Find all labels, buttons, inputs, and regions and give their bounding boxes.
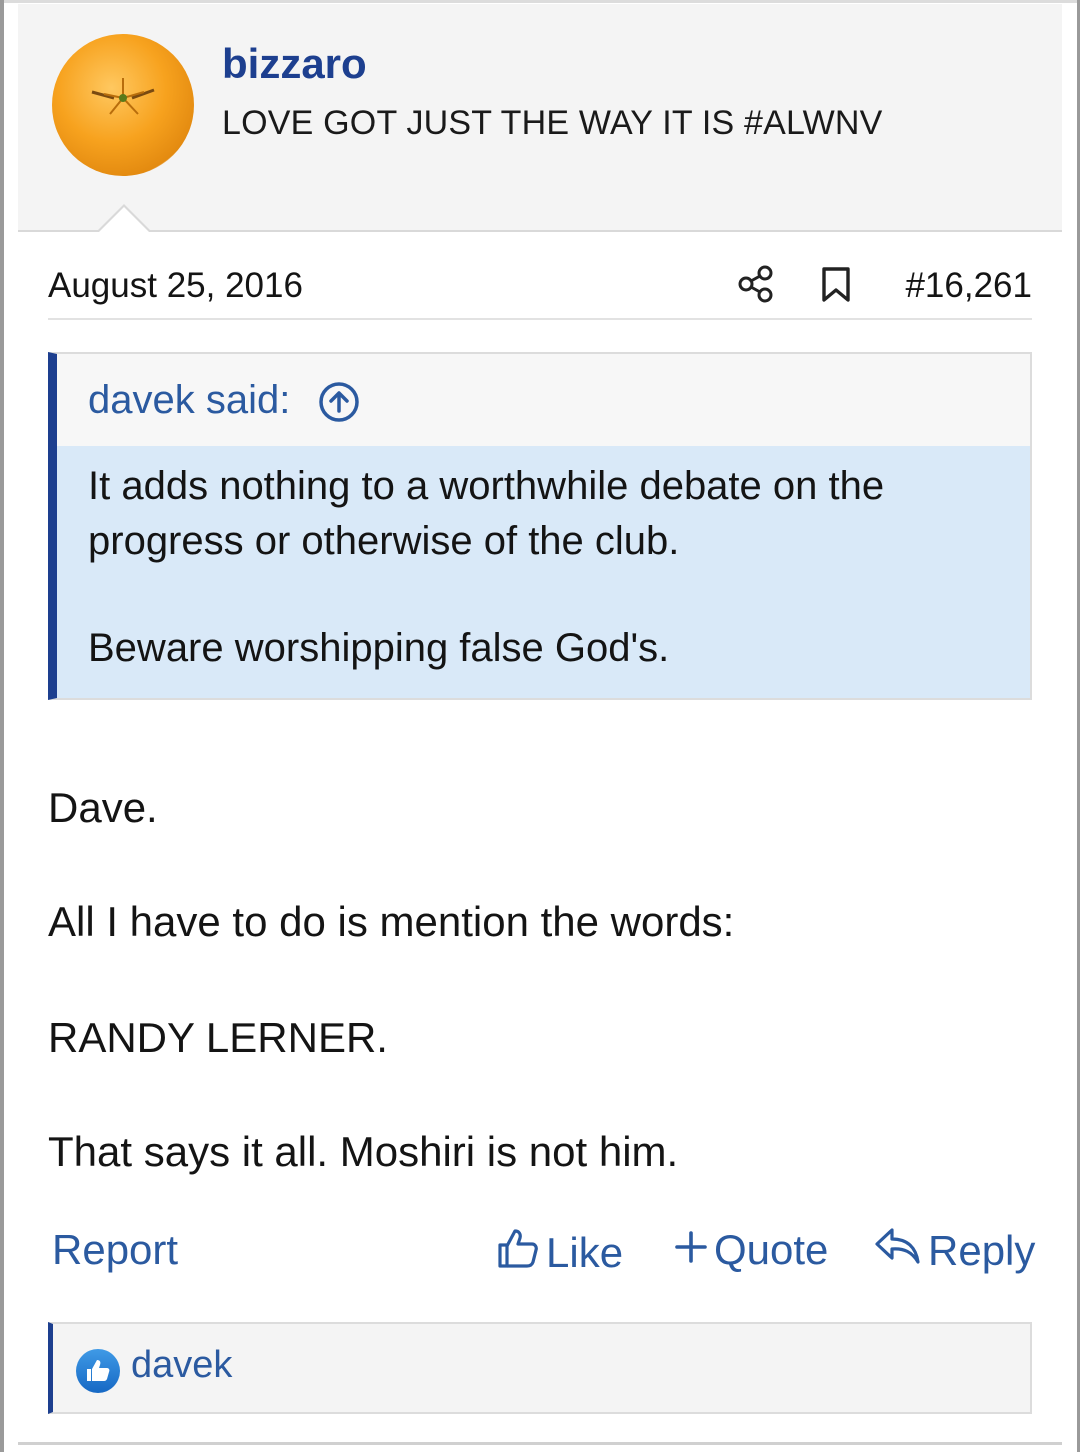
report-link[interactable]: Report bbox=[52, 1226, 178, 1274]
like-label: Like bbox=[546, 1229, 624, 1276]
quote-body: It adds nothing to a worthwhile debate o… bbox=[57, 446, 1030, 698]
message-text-line: All I have to do is mention the words: bbox=[48, 898, 735, 945]
post-user-header: bizzaro LOVE GOT JUST THE WAY IT IS #ALW… bbox=[18, 4, 1062, 232]
left-frame-edge bbox=[0, 0, 4, 1452]
reply-arrow-icon bbox=[874, 1226, 928, 1276]
post-date[interactable]: August 25, 2016 bbox=[48, 266, 303, 306]
quote-label: Quote bbox=[714, 1226, 829, 1273]
user-title: LOVE GOT JUST THE WAY IT IS #ALWNV bbox=[222, 104, 883, 142]
post-bottom-divider bbox=[18, 1442, 1062, 1445]
thumbs-up-reaction-icon bbox=[75, 1348, 121, 1399]
quote-text-line: Beware worshipping false God's. bbox=[88, 626, 670, 670]
post-meta-row: August 25, 2016 #16,261 bbox=[48, 256, 1032, 320]
orange-fruit-avatar-icon bbox=[91, 78, 155, 115]
top-frame-line bbox=[0, 0, 1080, 3]
message-text-line: That says it all. Moshiri is not him. bbox=[48, 1128, 679, 1175]
quote-block: davek said: It adds nothing to a worthwh… bbox=[48, 352, 1032, 700]
message-text-line: Dave. bbox=[48, 784, 158, 831]
reaction-user-link[interactable]: davek bbox=[131, 1344, 232, 1387]
quote-text-line: It adds nothing to a worthwhile debate o… bbox=[88, 464, 885, 508]
username[interactable]: bizzaro bbox=[222, 40, 367, 88]
quote-text-line: progress or otherwise of the club. bbox=[88, 519, 680, 563]
reply-label: Reply bbox=[928, 1227, 1036, 1274]
bookmark-icon[interactable] bbox=[820, 266, 852, 309]
like-button[interactable]: Like bbox=[496, 1226, 623, 1280]
post-action-bar: Report Like Quote Reply bbox=[48, 1222, 1035, 1282]
thumbs-up-icon bbox=[496, 1226, 546, 1280]
post-number-link[interactable]: #16,261 bbox=[905, 266, 1032, 306]
plus-icon bbox=[674, 1226, 714, 1274]
reactions-bar[interactable]: davek bbox=[48, 1322, 1032, 1414]
quote-author-link[interactable]: davek said: bbox=[88, 378, 290, 423]
reply-button[interactable]: Reply bbox=[874, 1226, 1035, 1276]
quote-header: davek said: bbox=[57, 354, 1030, 446]
quote-button[interactable]: Quote bbox=[674, 1226, 828, 1274]
message-text-line: RANDY LERNER. bbox=[48, 1014, 388, 1061]
header-pointer-notch-fill bbox=[98, 207, 150, 233]
user-avatar[interactable] bbox=[52, 34, 194, 176]
share-icon[interactable] bbox=[736, 264, 776, 309]
arrow-up-circle-icon[interactable] bbox=[317, 380, 361, 429]
